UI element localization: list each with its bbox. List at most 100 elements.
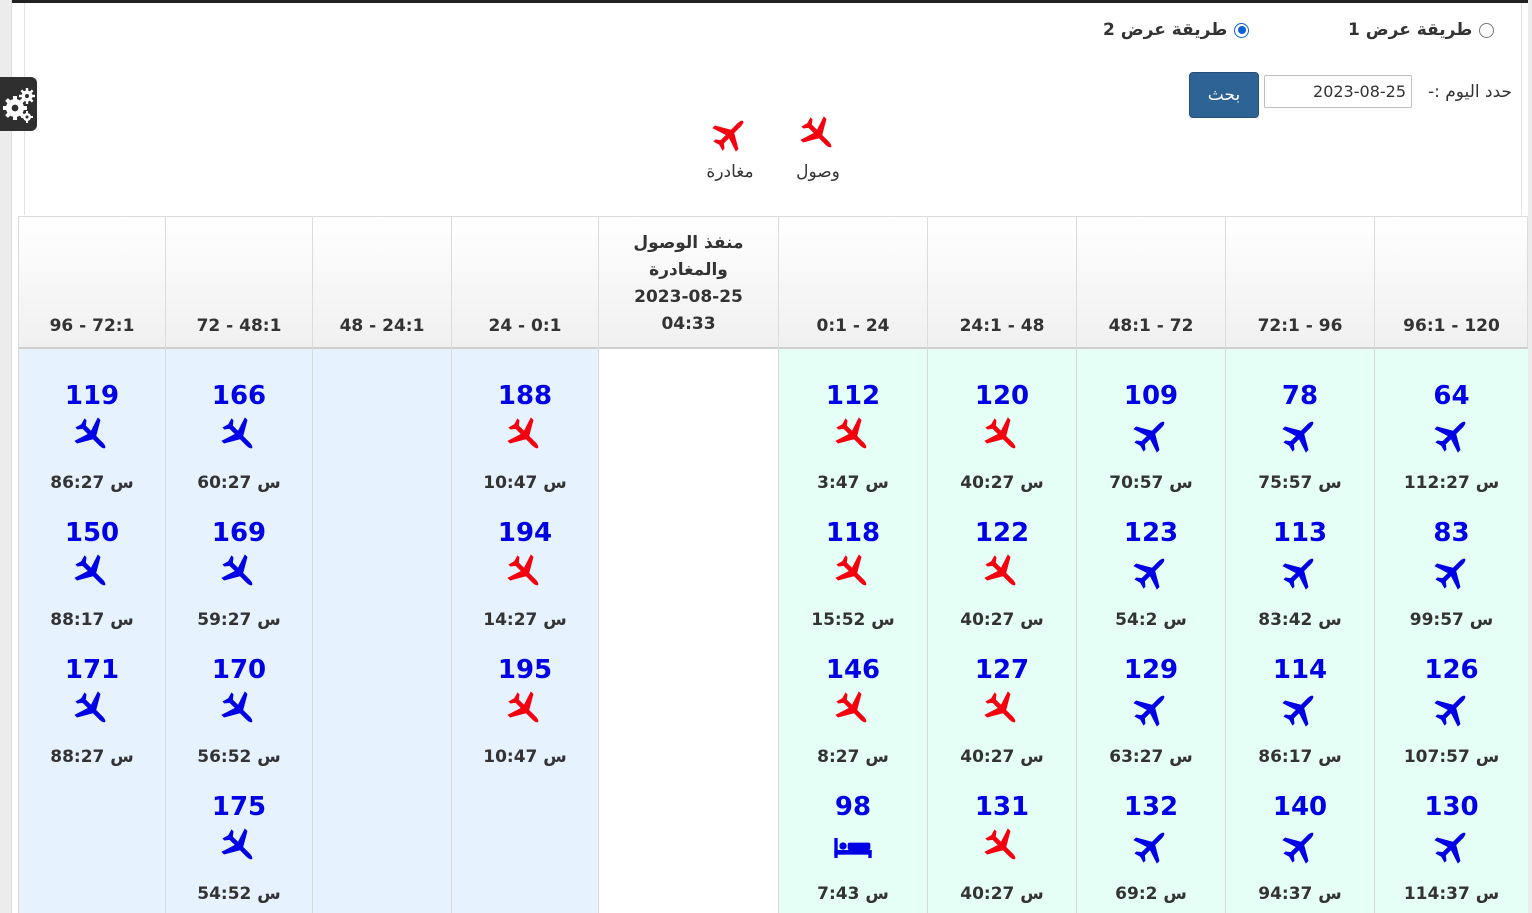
flight-number[interactable]: 122 — [928, 516, 1076, 550]
display-mode-2-label: طريقة عرض 2 — [1103, 20, 1228, 40]
gears-icon — [2, 88, 35, 123]
flight-entry[interactable]: 146 8:27 س — [779, 623, 927, 767]
flight-number[interactable]: 131 — [928, 790, 1076, 824]
time-column — [312, 349, 451, 913]
flight-number[interactable]: 98 — [779, 790, 927, 824]
flight-entry[interactable]: 114 86:17 س — [1226, 623, 1374, 767]
flight-entry[interactable]: 131 40:27 س — [928, 760, 1076, 904]
airplane-outbound-icon — [72, 552, 112, 592]
time-column: 119 86:27 س 150 88:17 س 171 88:27 س — [18, 349, 165, 913]
flight-number[interactable]: 83 — [1375, 516, 1528, 550]
settings-toggle-button[interactable] — [0, 77, 37, 131]
flight-number[interactable]: 127 — [928, 653, 1076, 687]
flight-number[interactable]: 166 — [166, 379, 312, 413]
airplane-departure-icon — [982, 552, 1022, 592]
flight-number[interactable]: 123 — [1077, 516, 1225, 550]
flight-time: 114:37 س — [1403, 884, 1500, 904]
flight-number[interactable]: 114 — [1226, 653, 1374, 687]
flight-entry[interactable]: 109 70:57 س — [1077, 349, 1225, 493]
flight-entry[interactable]: 78 75:57 س — [1226, 349, 1374, 493]
date-input[interactable] — [1264, 75, 1412, 108]
flight-entry[interactable]: 112 3:47 س — [779, 349, 927, 493]
airplane-arrival-icon — [1432, 552, 1472, 592]
flight-entry[interactable]: 188 10:47 س — [452, 349, 598, 493]
flight-number[interactable]: 113 — [1226, 516, 1374, 550]
flight-entry[interactable]: 118 15:52 س — [779, 486, 927, 630]
flight-entry[interactable]: 122 40:27 س — [928, 486, 1076, 630]
airplane-outbound-icon — [72, 415, 112, 455]
search-button[interactable]: بحث — [1189, 72, 1259, 118]
right-scrollbar[interactable] — [1528, 0, 1532, 913]
flight-number[interactable]: 175 — [166, 790, 312, 824]
flight-entry[interactable]: 175 54:52 س — [166, 760, 312, 904]
flight-entry[interactable]: 120 40:27 س — [928, 349, 1076, 493]
flight-entry[interactable]: 98 7:43 س — [779, 760, 927, 904]
airplane-arrival-icon — [1131, 415, 1171, 455]
legend-arrival: وصول — [778, 114, 858, 182]
airplane-departure-icon — [505, 552, 545, 592]
flight-entry[interactable]: 119 86:27 س — [19, 349, 165, 493]
column-header: 72 - 48:1 — [165, 216, 312, 349]
port-title-line2: والمغادرة — [649, 260, 728, 280]
flight-number[interactable]: 194 — [452, 516, 598, 550]
flight-entry[interactable]: 129 63:27 س — [1077, 623, 1225, 767]
flight-entry[interactable]: 132 69:2 س — [1077, 760, 1225, 904]
flight-number[interactable]: 64 — [1375, 379, 1528, 413]
flight-entry[interactable]: 171 88:27 س — [19, 623, 165, 767]
flight-number[interactable]: 109 — [1077, 379, 1225, 413]
port-column — [598, 349, 778, 913]
airplane-departure-icon — [833, 689, 873, 729]
flight-entry[interactable]: 194 14:27 س — [452, 486, 598, 630]
flight-time: 54:52 س — [197, 884, 281, 904]
flight-number[interactable]: 118 — [779, 516, 927, 550]
legend-arrival-label: وصول — [796, 162, 840, 182]
date-picker-label: حدد اليوم :- — [1427, 82, 1512, 102]
display-mode-1-radio[interactable] — [1479, 22, 1495, 38]
flight-entry[interactable]: 127 40:27 س — [928, 623, 1076, 767]
display-mode-1-option[interactable]: طريقة عرض 1 — [1348, 20, 1495, 40]
flight-number[interactable]: 126 — [1375, 653, 1528, 687]
airplane-departure-icon — [800, 116, 832, 148]
flight-entry[interactable]: 126 107:57 س — [1375, 623, 1528, 767]
flight-number[interactable]: 119 — [19, 379, 165, 413]
flight-number[interactable]: 129 — [1077, 653, 1225, 687]
column-header: 48:1 - 72 — [1076, 216, 1225, 349]
display-mode-2-radio[interactable] — [1234, 22, 1250, 38]
time-column: 166 60:27 س 169 59:27 س 170 56:52 س 175 54:52 س — [165, 349, 312, 913]
column-header: 96:1 - 120 — [1374, 216, 1528, 349]
airplane-outbound-icon — [219, 689, 259, 729]
flight-number[interactable]: 132 — [1077, 790, 1225, 824]
airplane-departure-icon — [505, 689, 545, 729]
flight-entry[interactable]: 170 56:52 س — [166, 623, 312, 767]
flight-number[interactable]: 120 — [928, 379, 1076, 413]
flight-number[interactable]: 130 — [1375, 790, 1528, 824]
flight-entry[interactable]: 169 59:27 س — [166, 486, 312, 630]
flight-number[interactable]: 169 — [166, 516, 312, 550]
flight-entry[interactable]: 113 83:42 س — [1226, 486, 1374, 630]
flight-number[interactable]: 188 — [452, 379, 598, 413]
flight-number[interactable]: 146 — [779, 653, 927, 687]
flight-entry[interactable]: 150 88:17 س — [19, 486, 165, 630]
flight-time: 7:43 س — [817, 884, 889, 904]
flight-entry[interactable]: 166 60:27 س — [166, 349, 312, 493]
flight-entry[interactable]: 64 112:27 س — [1375, 349, 1528, 493]
flight-entry[interactable]: 83 99:57 س — [1375, 486, 1528, 630]
flight-number[interactable]: 150 — [19, 516, 165, 550]
flight-number[interactable]: 171 — [19, 653, 165, 687]
flight-entry[interactable]: 140 94:37 س — [1226, 760, 1374, 904]
flight-number[interactable]: 170 — [166, 653, 312, 687]
left-edge — [0, 0, 12, 913]
display-mode-2-option[interactable]: طريقة عرض 2 — [1103, 20, 1250, 40]
flight-number[interactable]: 140 — [1226, 790, 1374, 824]
airplane-departure-icon — [505, 415, 545, 455]
flight-entry[interactable]: 123 54:2 س — [1077, 486, 1225, 630]
flight-number[interactable]: 78 — [1226, 379, 1374, 413]
flight-number[interactable]: 112 — [779, 379, 927, 413]
flight-number[interactable]: 195 — [452, 653, 598, 687]
flight-entry[interactable]: 195 10:47 س — [452, 623, 598, 767]
time-column: 78 75:57 س 113 83:42 س 114 86:17 س 140 94:37 س — [1225, 349, 1374, 913]
flight-entry[interactable]: 130 114:37 س — [1375, 760, 1528, 904]
flight-time: 40:27 س — [960, 884, 1044, 904]
time-column: 120 40:27 س 122 40:27 س 127 40:27 س 131 40:27 س — [927, 349, 1076, 913]
airplane-departure-icon — [982, 689, 1022, 729]
